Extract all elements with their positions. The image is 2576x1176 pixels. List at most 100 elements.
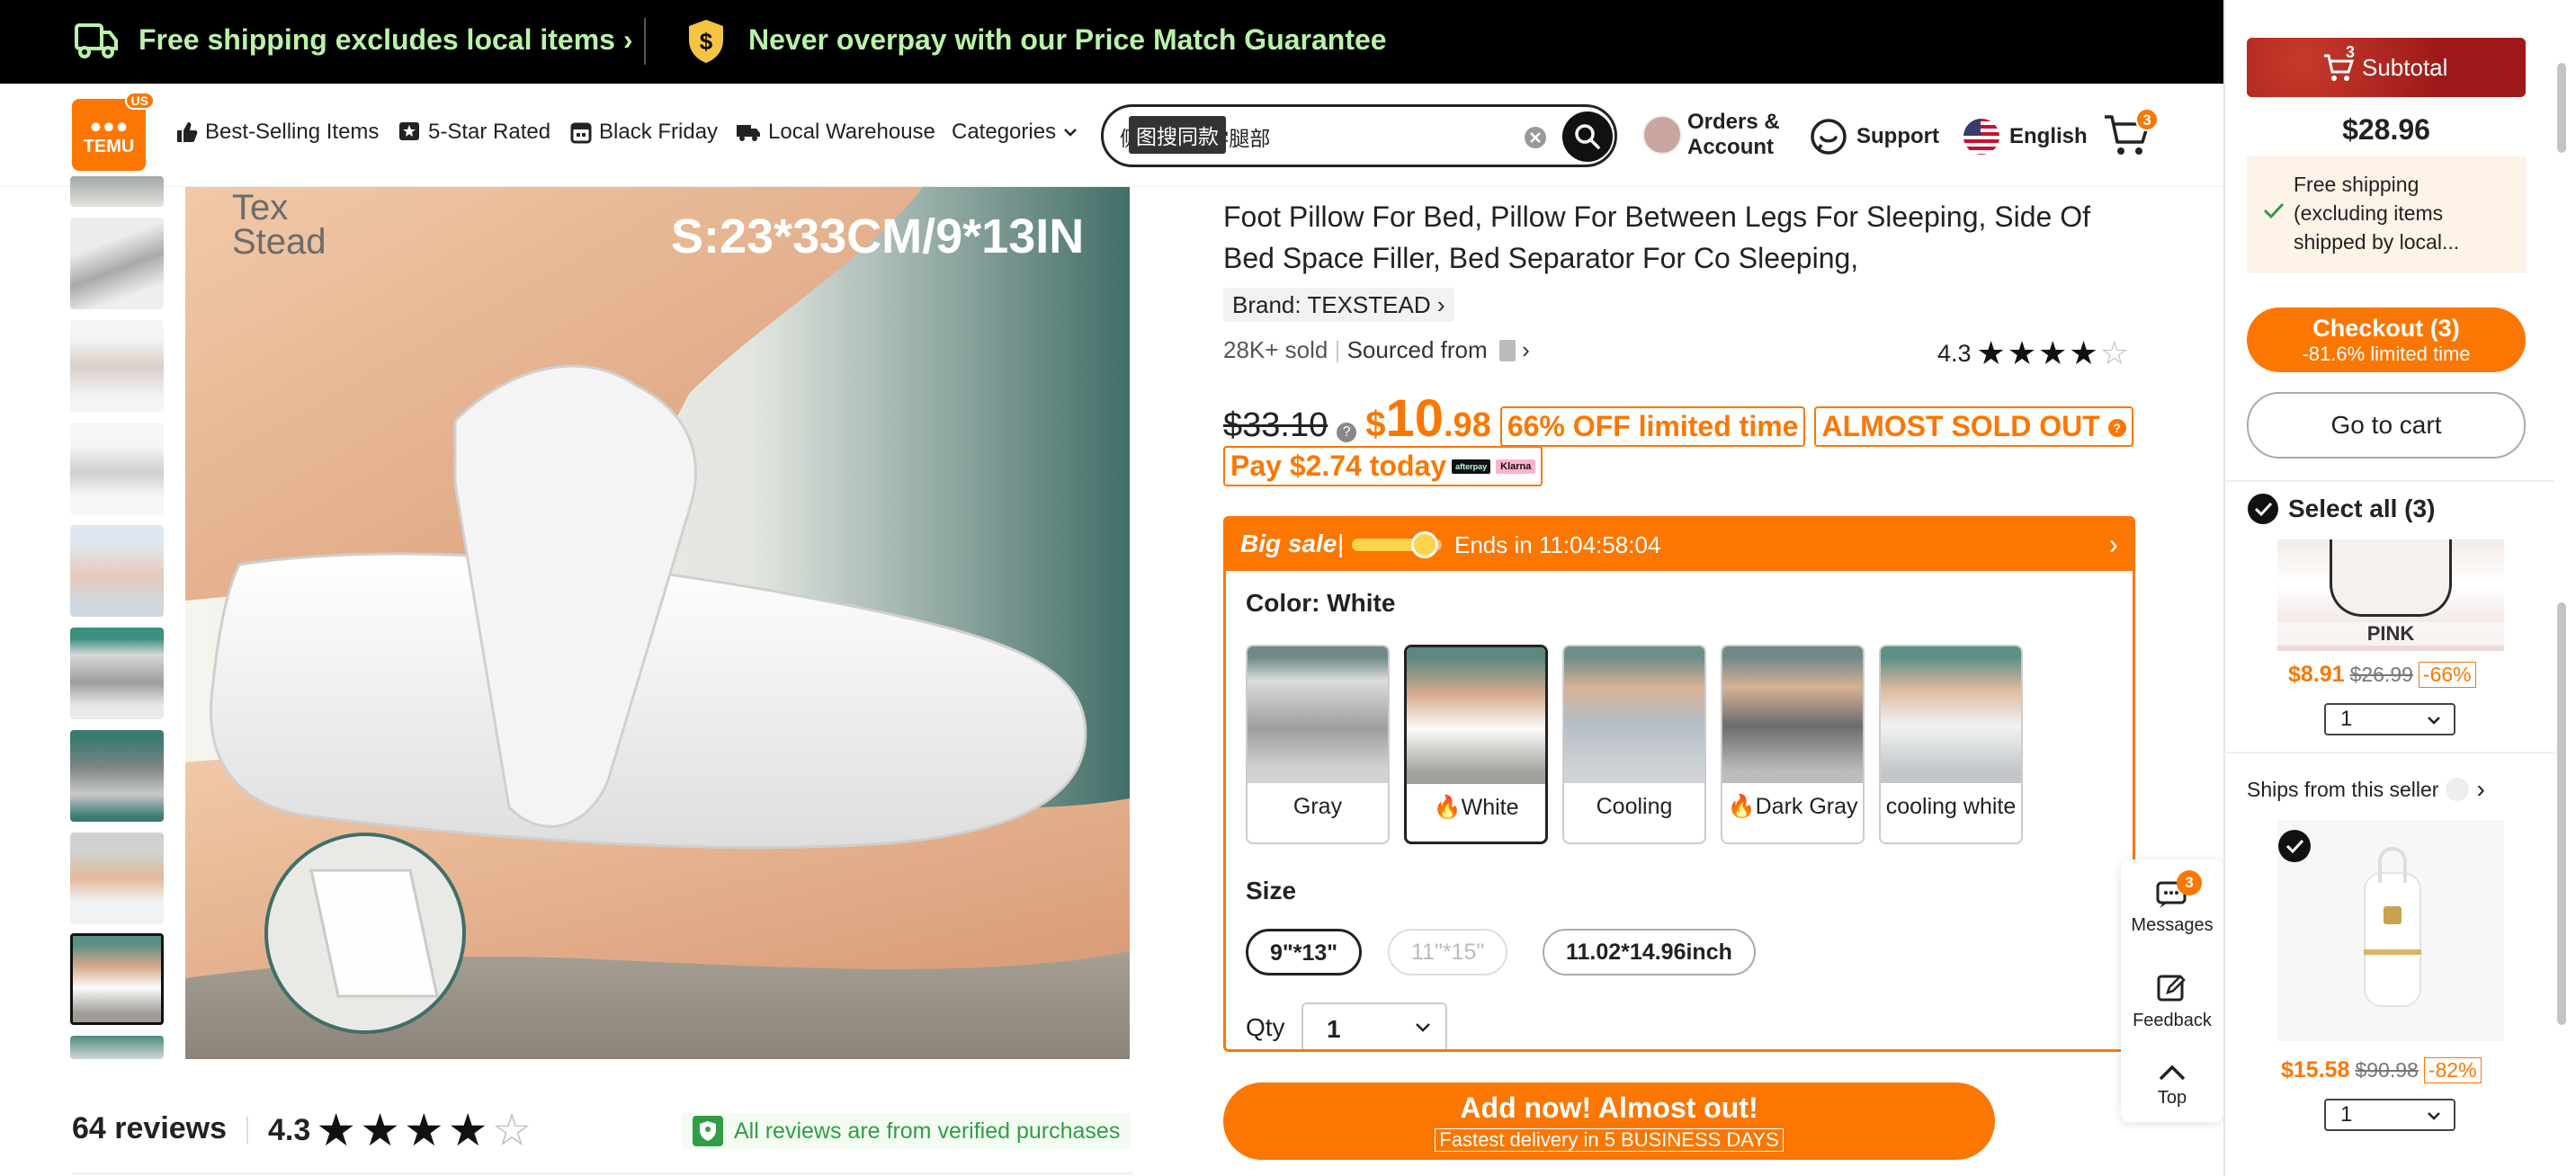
review-count[interactable]: 64 reviews [72, 1111, 227, 1146]
cart-total: $28.96 [2342, 113, 2430, 146]
subtotal-button[interactable]: 3 Subtotal [2247, 38, 2526, 97]
top-label: Top [2157, 1088, 2187, 1108]
color-option-cooling-white[interactable]: cooling white [1879, 645, 2023, 844]
size-label: Size [1246, 877, 1297, 904]
thumbnail-5[interactable] [70, 525, 164, 617]
size-option-9x13-selected[interactable]: 9"*13" [1246, 929, 1363, 976]
nav-5-star[interactable]: 5-Star Rated [398, 120, 550, 145]
cart-scrollbar[interactable] [2554, 63, 2569, 1176]
thumbnail-8[interactable] [70, 833, 164, 924]
nav-categories[interactable]: Categories [952, 120, 1078, 145]
size-option-11-02x14-96[interactable]: 11.02*14.96inch [1543, 929, 1756, 976]
almost-sold-out-badge[interactable]: ALMOST SOLD OUT ? [1814, 406, 2133, 447]
free-ship-line: (excluding items [2294, 201, 2444, 225]
thumbnail-2[interactable] [70, 218, 164, 309]
account-label: Account [1687, 135, 1774, 159]
sourced-from-label[interactable]: Sourced from [1347, 336, 1488, 363]
color-swatch-image [1564, 646, 1704, 783]
nav-local-warehouse[interactable]: Local Warehouse [736, 120, 935, 145]
support-link[interactable]: Support [1810, 117, 1939, 156]
big-sale-label: Big sale [1240, 530, 1337, 557]
checkbox-checked-icon[interactable] [2277, 829, 2312, 863]
nav-label: Local Warehouse [768, 120, 935, 144]
logo-region-badge: US [124, 92, 155, 110]
search-button[interactable] [1562, 111, 1613, 162]
add-to-cart-button[interactable]: Add now! Almost out! Fastest delivery in… [1223, 1082, 1995, 1160]
original-price: $33.10 [1223, 406, 1328, 444]
seller-avatar-icon [2446, 778, 2470, 801]
product-rating[interactable]: 4.3 ★★★★☆ [1937, 334, 2131, 372]
qty-label: Qty [1246, 1013, 1285, 1041]
cart-item-old-price: $26.99 [2349, 663, 2413, 686]
temu-logo[interactable]: ✺ ✺ ✺ TEMU US [72, 92, 155, 171]
thumbnail-1[interactable] [70, 176, 164, 207]
add-button-label: Add now! Almost out! [1460, 1091, 1758, 1124]
thumbnail-7[interactable] [70, 730, 164, 822]
cart-item-1-qty-select[interactable]: 1 [2324, 703, 2455, 735]
thumbnail-10[interactable] [70, 1036, 164, 1059]
cart-item-variant: PINK [2277, 622, 2504, 646]
checkout-button[interactable]: Checkout (3) -81.6% limited time [2247, 307, 2526, 372]
cart-button[interactable]: 3 [2103, 108, 2159, 162]
cart-count-badge: 3 [2135, 108, 2159, 131]
back-to-top-button[interactable]: Top [2121, 1063, 2223, 1109]
language-label: English [2009, 124, 2088, 148]
select-all-label: Select all (3) [2288, 494, 2436, 522]
afterpay-logo: afterpay [1452, 459, 1491, 474]
language-selector[interactable]: English [1963, 117, 2088, 156]
subtotal-label: Subtotal [2362, 54, 2448, 81]
chat-support-icon [1810, 118, 1847, 156]
cart-item-2-qty-select[interactable]: 1 [2324, 1099, 2455, 1131]
brand-link[interactable]: Brand: TEXSTEAD › [1223, 288, 1454, 322]
go-to-cart-label: Go to cart [2330, 411, 2442, 439]
logo-text: TEMU [83, 137, 135, 156]
info-icon[interactable]: ? [1337, 423, 1357, 442]
ships-from-seller[interactable]: Ships from this seller › [2247, 775, 2485, 804]
product-main-image[interactable]: Tex Stead S:23*33CM/9*13IN [185, 187, 1130, 1059]
color-option-cooling[interactable]: Cooling [1562, 645, 1706, 844]
nav-best-selling[interactable]: Best-Selling Items [174, 120, 379, 145]
color-option-white[interactable]: 🔥White [1404, 645, 1548, 844]
thumbnail-4[interactable] [70, 423, 164, 514]
free-shipping-link[interactable]: Free shipping excludes local items › [139, 23, 633, 57]
color-option-dark-gray[interactable]: 🔥Dark Gray [1721, 645, 1865, 844]
messages-button[interactable]: Messages 3 [2121, 870, 2223, 936]
qty-value: 1 [2340, 707, 2353, 731]
go-to-cart-button[interactable]: Go to cart [2247, 392, 2526, 459]
free-ship-line: Free shipping [2294, 173, 2419, 196]
orders-label: Orders & [1687, 110, 1780, 134]
thumbnail-3[interactable] [70, 320, 164, 412]
floating-tools: Messages 3 Feedback Top [2121, 860, 2223, 1122]
chevron-right-icon: › [2108, 528, 2118, 560]
cart-item-price: $8.91 [2288, 662, 2345, 687]
review-rating: 4.3 ★★★★☆ [268, 1104, 535, 1156]
clear-search-icon[interactable] [1523, 125, 1548, 150]
us-flag-icon [1963, 118, 2000, 156]
select-all[interactable]: Select all (3) [2247, 493, 2435, 525]
delivery-truck-icon [736, 121, 761, 143]
nav-black-friday[interactable]: Black Friday [570, 120, 718, 145]
sold-info: 28K+ sold | Sourced from › [1223, 336, 1530, 363]
image-search-tooltip: 图搜同款 [1129, 116, 1226, 154]
calendar-icon [570, 120, 592, 144]
qty-select[interactable]: 1 [1301, 1002, 1447, 1049]
feedback-button[interactable]: Feedback [2121, 971, 2223, 1031]
pay-today-badge[interactable]: Pay $2.74 today afterpay Klarna [1223, 446, 1543, 486]
thumbnail-9-selected[interactable] [70, 933, 164, 1025]
color-option-label: Gray [1292, 794, 1343, 819]
verified-badge: All reviews are from verified purchases [682, 1113, 1131, 1149]
sale-options-panel: Big sale | Ends in 11:04:58:04 › Color: … [1223, 516, 2135, 1052]
color-option-gray[interactable]: Gray [1246, 645, 1390, 844]
big-sale-bar[interactable]: Big sale | Ends in 11:04:58:04 › [1226, 519, 2133, 571]
cart-item-discount: -66% [2418, 662, 2476, 688]
nav-label: 5-Star Rated [428, 120, 551, 144]
thumbnail-6[interactable] [70, 628, 164, 719]
checkbox-checked-icon [2247, 493, 2279, 525]
product-title-line-1: Foot Pillow For Bed, Pillow For Between … [1223, 200, 2090, 233]
discount-badge: 66% OFF limited time [1499, 406, 1806, 447]
chevron-down-icon [1415, 1022, 1431, 1033]
nav-label: Black Friday [599, 120, 719, 144]
verified-text: All reviews are from verified purchases [734, 1118, 1121, 1144]
color-swatch-image [1881, 646, 2021, 783]
search-bar[interactable]: 侧 人体工学腿部 图搜同款 [1101, 104, 1617, 167]
